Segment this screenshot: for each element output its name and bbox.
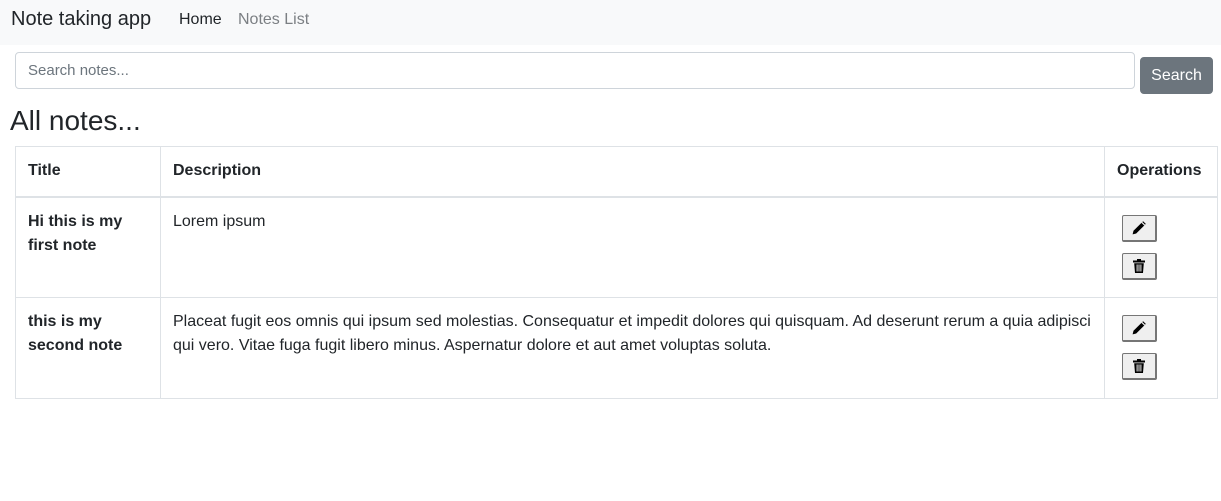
table-row: this is my second note Placeat fugit eos… xyxy=(15,297,1218,399)
nav-link-notes-list[interactable]: Notes List xyxy=(238,11,309,29)
note-title-cell: Hi this is my first note xyxy=(15,196,161,298)
delete-note-button[interactable] xyxy=(1122,252,1157,280)
pencil-icon xyxy=(1132,220,1146,234)
table-header-row: Title Description Operations xyxy=(15,146,1218,197)
note-title-cell: this is my second note xyxy=(15,297,161,399)
column-header-title: Title xyxy=(15,146,161,197)
pencil-icon xyxy=(1132,321,1146,335)
trash-icon xyxy=(1133,359,1145,373)
delete-note-button[interactable] xyxy=(1122,353,1157,380)
note-operations-cell xyxy=(1104,297,1218,399)
table-row: Hi this is my first note Lorem ipsum xyxy=(15,196,1218,298)
edit-note-button[interactable] xyxy=(1122,214,1157,242)
page-title: All notes... xyxy=(10,105,141,136)
note-operations-cell xyxy=(1104,196,1218,298)
note-description-cell: Lorem ipsum xyxy=(160,196,1105,298)
edit-note-button[interactable] xyxy=(1122,315,1157,342)
notes-table: Title Description Operations Hi this is … xyxy=(15,146,1218,399)
navbar: Note taking app Home Notes List xyxy=(0,0,1221,45)
column-header-operations: Operations xyxy=(1104,146,1218,197)
brand-link[interactable]: Note taking app xyxy=(11,8,151,31)
search-button[interactable]: Search xyxy=(1140,57,1213,94)
note-description-cell: Placeat fugit eos omnis qui ipsum sed mo… xyxy=(160,297,1105,399)
search-input[interactable] xyxy=(15,52,1135,89)
trash-icon xyxy=(1133,258,1145,273)
column-header-description: Description xyxy=(160,146,1105,197)
nav-link-home[interactable]: Home xyxy=(179,11,222,29)
